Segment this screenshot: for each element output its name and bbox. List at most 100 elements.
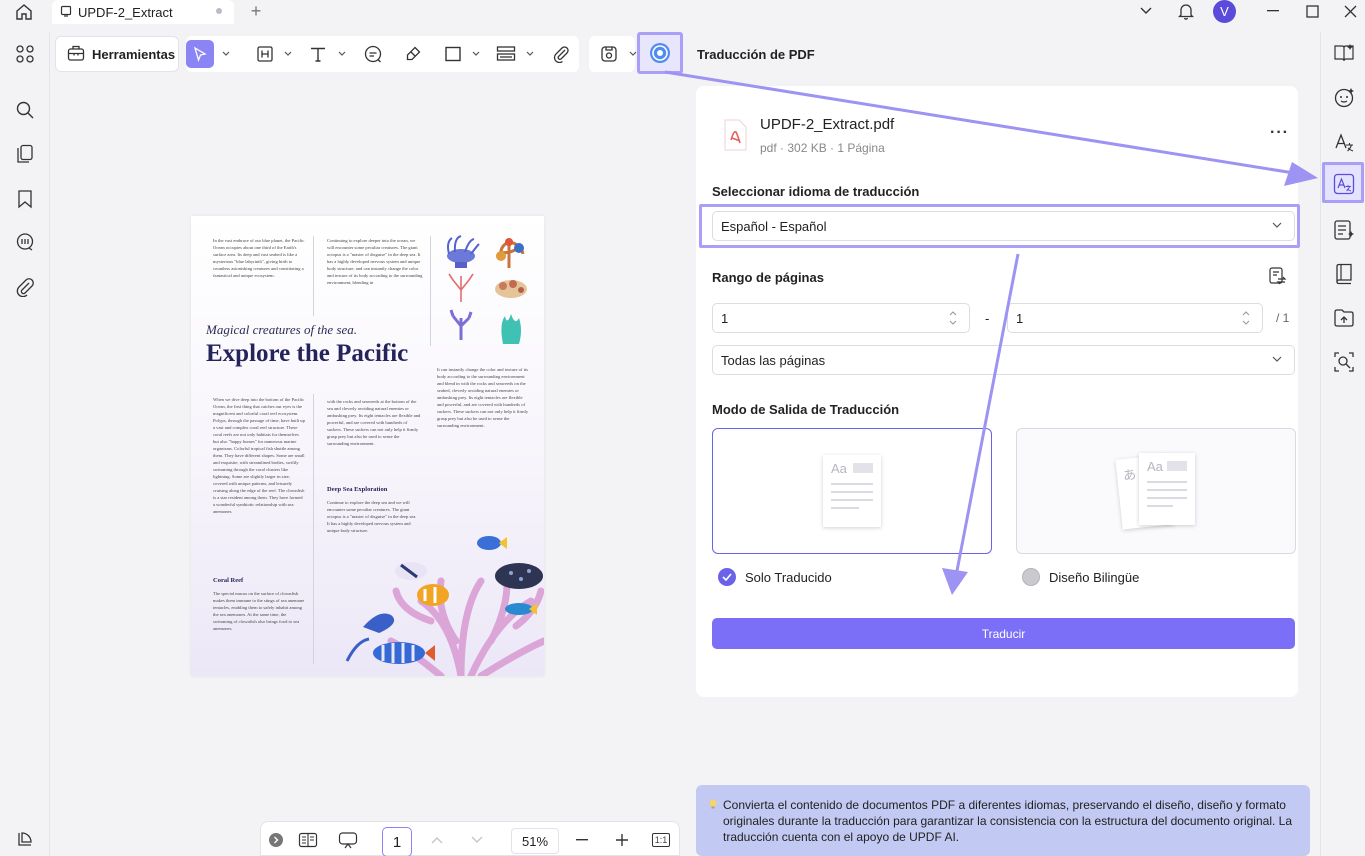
close-icon[interactable] [1340,0,1360,22]
page-heading-coral-reef: Coral Reef [213,577,244,584]
select-caret-icon[interactable] [222,51,230,57]
updf-ai-icon[interactable] [637,32,683,74]
panel-title: Traducción de PDF [697,47,815,62]
select-arrow-icon[interactable] [186,40,214,68]
pdf-page[interactable]: In the vast embrace of our blue planet, … [191,216,544,676]
stamp-icon[interactable] [492,40,520,68]
annotation-tool-group [186,36,579,72]
zoom-level[interactable]: 51% [511,828,559,854]
pages-select[interactable]: Todas las páginas [712,345,1295,375]
file-meta: pdf · 302 KB · 1 Página [760,141,885,155]
next-page-icon[interactable] [468,828,486,852]
search-icon[interactable] [13,98,37,122]
textbox-icon[interactable] [251,40,279,68]
tab-close-dot[interactable] [216,8,222,14]
range-separator: - [985,311,990,326]
thumbnails-icon[interactable] [13,42,37,66]
language-select[interactable]: Español - Español [712,211,1295,241]
toolbox-icon [67,44,85,65]
bell-icon[interactable] [1175,0,1197,22]
page-range-label: Rango de páginas [712,270,824,285]
radio-only-translated[interactable]: Solo Traducido [718,568,832,586]
radio-bilingual[interactable]: Diseño Bilingüe [1022,568,1139,586]
zoom-out-icon[interactable] [573,828,591,852]
page-text-col1-mid: When we dive deep into the bottom of the… [213,397,305,514]
stepper-icon[interactable] [1242,309,1250,327]
page-range-settings-icon[interactable] [1268,266,1288,289]
rectangle-icon[interactable] [439,40,467,68]
bookmark-icon[interactable] [13,187,37,211]
minimize-icon[interactable] [1263,0,1283,22]
page-navigation-bar: 1 51% 1:1 [260,821,680,856]
lightbulb-icon [709,799,717,809]
page-text-col1-bottom: The special mucus on the surface of clow… [213,591,305,631]
prev-page-icon[interactable] [428,828,446,852]
folder-upload-icon[interactable] [1332,306,1356,330]
page-heading-deep-sea: Deep Sea Exploration [327,486,388,493]
translate-card: UPDF-2_Extract.pdf pdf · 302 KB · 1 Pági… [696,86,1300,697]
current-page-input[interactable]: 1 [382,827,412,856]
document-tab[interactable]: UPDF-2_Extract [52,0,234,24]
text-caret-icon[interactable] [338,51,346,57]
pdf-translate-icon[interactable] [1332,172,1356,196]
stepper-icon[interactable] [949,309,957,327]
shape-caret-icon[interactable] [472,51,480,57]
page-text-col1-top: In the vast embrace of our blue planet, … [213,238,305,278]
language-label: Seleccionar idioma de traducción [712,184,920,199]
presentation-icon[interactable] [337,828,359,852]
actual-size-icon[interactable]: 1:1 [651,828,671,852]
home-icon[interactable] [12,1,36,23]
stamp-caret-icon[interactable] [526,51,534,57]
range-to-input[interactable]: 1 [1007,303,1263,333]
tab-title: UPDF-2_Extract [78,4,173,20]
tools-button[interactable]: Herramientas [55,36,179,72]
coral-illustrations [447,235,527,344]
page-text-col2-mid: with the rocks and seaweeds at the botto… [327,399,421,446]
read-mode-icon[interactable] [1332,41,1356,65]
ai-summary-icon[interactable] [1332,218,1356,242]
collapse-arrow-icon[interactable] [267,828,285,852]
page-text-col3-mid: It can instantly change the color and te… [437,367,529,428]
translate-text-icon[interactable] [1332,130,1356,154]
ai-chat-icon[interactable] [1332,86,1356,110]
add-tab-icon[interactable]: + [246,1,266,21]
attachment-icon[interactable] [547,40,575,68]
avatar[interactable]: V [1213,0,1236,23]
doc-glyph-latin: Aa [831,461,847,476]
ocr-search-icon[interactable] [1332,350,1356,374]
textbox-caret-icon[interactable] [284,51,292,57]
target-doc-icon: Aa [1139,453,1195,525]
range-from-input[interactable]: 1 [712,303,970,333]
pages-icon[interactable] [13,142,37,166]
mode-only-translated-card[interactable]: Aa [712,428,992,554]
maximize-icon[interactable] [1302,0,1322,22]
chevron-down-icon [1272,356,1282,362]
title-bar: UPDF-2_Extract + V [0,0,1365,24]
only-translated-label: Solo Traducido [745,569,832,585]
book-icon[interactable] [1332,262,1356,286]
save-icon[interactable] [595,40,623,68]
left-sidebar [0,32,50,856]
document-viewer[interactable]: In the vast embrace of our blue planet, … [50,76,687,820]
more-options-icon[interactable]: ··· [1270,124,1289,142]
comment-icon[interactable] [13,230,37,254]
page-text-col2-top: Continuing to explore deeper into the oc… [327,238,423,285]
language-value: Español - Español [721,218,827,234]
zoom-in-icon[interactable] [613,828,631,852]
layers-icon[interactable] [13,827,37,851]
tools-label: Herramientas [92,46,176,62]
right-sidebar [1320,32,1365,856]
file-name: UPDF-2_Extract.pdf [760,116,895,133]
comment-icon[interactable] [359,40,387,68]
attachment-icon[interactable] [13,275,37,299]
highlighter-icon[interactable] [399,40,427,68]
toolbar: Herramientas [50,32,687,76]
mode-bilingual-card[interactable]: あ Aa [1016,428,1296,554]
page-divider [313,394,314,664]
text-icon[interactable] [304,40,332,68]
translate-button[interactable]: Traducir [712,618,1295,649]
chevron-down-icon[interactable] [1136,0,1156,22]
page-layout-icon[interactable] [297,828,319,852]
save-caret-icon[interactable] [629,51,637,57]
translate-panel: Traducción de PDF UPDF-2_Extract.pdf pdf… [687,24,1320,856]
